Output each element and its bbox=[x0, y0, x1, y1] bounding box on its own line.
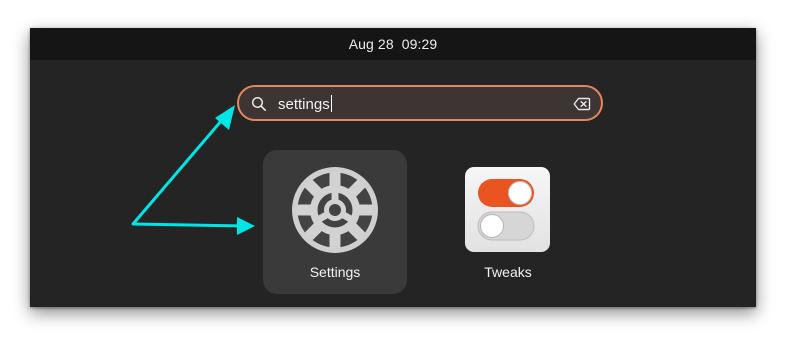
app-label-tweaks: Tweaks bbox=[484, 264, 532, 280]
activities-overview: Aug 28 09:29 settings Settings Tweaks bbox=[30, 28, 756, 307]
search-text: settings bbox=[278, 95, 333, 114]
app-label-settings: Settings bbox=[309, 264, 361, 280]
clock-button[interactable]: Aug 28 09:29 bbox=[30, 36, 756, 52]
search-icon bbox=[251, 96, 266, 111]
top-bar: Aug 28 09:29 bbox=[30, 28, 756, 60]
tweaks-toggle-icon bbox=[465, 167, 550, 252]
settings-gear-icon bbox=[292, 167, 378, 253]
backspace-clear-icon[interactable] bbox=[573, 96, 591, 112]
search-query: settings bbox=[278, 96, 330, 113]
clock-date: Aug 28 bbox=[348, 36, 394, 52]
search-input[interactable]: settings bbox=[237, 85, 603, 121]
text-caret bbox=[330, 95, 333, 112]
clock-time: 09:29 bbox=[401, 36, 438, 52]
app-settings[interactable]: Settings bbox=[263, 150, 407, 294]
app-tweaks[interactable]: Tweaks bbox=[436, 150, 580, 294]
